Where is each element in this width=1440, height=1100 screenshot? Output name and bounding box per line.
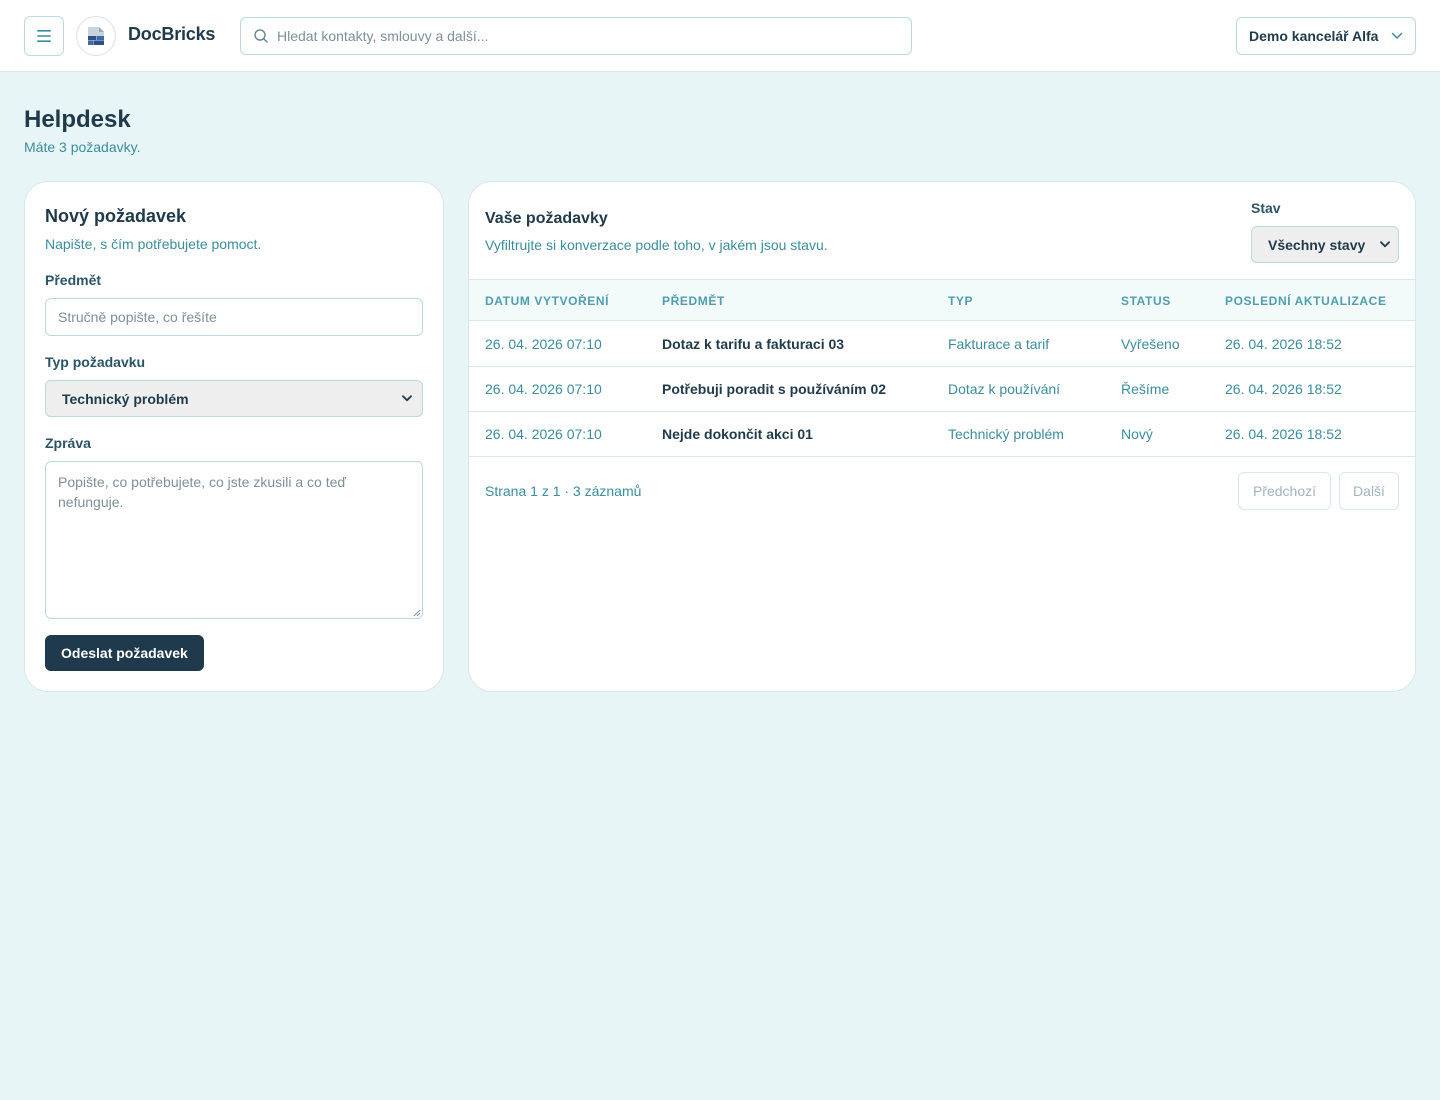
cell-status: Vyřešeno [1121, 336, 1180, 352]
table-row[interactable]: 26. 04. 2026 07:10 Potřebuji poradit s p… [469, 367, 1415, 412]
status-filter-value: Všechny stavy [1268, 236, 1366, 253]
search-icon [254, 29, 268, 43]
column-header-updated[interactable]: Poslední aktualizace [1225, 294, 1387, 308]
submit-request-button[interactable]: Odeslat požadavek [45, 635, 204, 671]
column-header-created[interactable]: Datum vytvoření [485, 294, 609, 308]
requests-card: Vaše požadavky Vyfiltrujte si konverzace… [468, 181, 1416, 692]
table-row[interactable]: 26. 04. 2026 07:10 Dotaz k tarifu a fakt… [469, 322, 1415, 367]
cell-created: 26. 04. 2026 07:10 [485, 426, 602, 442]
cell-subject: Potřebuji poradit s používáním 02 [662, 381, 887, 397]
office-name: Demo kancelář Alfa [1249, 28, 1379, 44]
chevron-down-icon [1391, 32, 1403, 39]
requests-subtitle: Vyfiltrujte si konverzace podle toho, v … [485, 237, 828, 253]
message-label: Zpráva [45, 435, 91, 451]
cell-created: 26. 04. 2026 07:10 [485, 336, 602, 352]
cell-subject: Dotaz k tarifu a fakturaci 03 [662, 336, 845, 352]
cell-type: Dotaz k používání [948, 381, 1061, 397]
cell-created: 26. 04. 2026 07:10 [485, 381, 602, 397]
previous-page-button[interactable]: Předchozí [1238, 472, 1331, 510]
cell-updated: 26. 04. 2026 18:52 [1225, 336, 1342, 352]
column-header-status[interactable]: Status [1121, 294, 1171, 308]
page-title: Helpdesk [24, 106, 131, 133]
request-type-label: Typ požadavku [45, 354, 146, 370]
request-type-value: Technický problém [62, 390, 189, 407]
cell-updated: 26. 04. 2026 18:52 [1225, 426, 1342, 442]
cell-type: Technický problém [948, 426, 1064, 442]
table-header: Datum vytvoření Předmět Typ Status Posle… [469, 279, 1415, 321]
column-header-type[interactable]: Typ [948, 294, 973, 308]
table-row[interactable]: 26. 04. 2026 07:10 Nejde dokončit akci 0… [469, 412, 1415, 457]
search-input[interactable] [277, 28, 877, 44]
cell-type: Fakturace a tarif [948, 336, 1050, 352]
docbricks-logo-icon [88, 27, 104, 45]
cell-updated: 26. 04. 2026 18:52 [1225, 381, 1342, 397]
resize-handle-icon[interactable] [413, 609, 421, 617]
cell-status: Nový [1121, 426, 1153, 442]
new-request-subtitle: Napište, s čím potřebujete pomoct. [45, 236, 262, 252]
cell-subject: Nejde dokončit akci 01 [662, 426, 813, 442]
requests-title: Vaše požadavky [485, 210, 608, 227]
subject-label: Předmět [45, 272, 102, 288]
subject-input[interactable] [45, 298, 423, 336]
cell-status: Řešíme [1121, 381, 1170, 397]
top-bar: DocBricks Demo kancelář Alfa [0, 0, 1440, 72]
docbricks-logo[interactable] [76, 16, 116, 56]
column-header-subject[interactable]: Předmět [662, 294, 725, 308]
brand-name[interactable]: DocBricks [128, 24, 215, 45]
status-filter-label: Stav [1251, 200, 1281, 216]
request-type-select[interactable]: Technický problém [45, 380, 423, 417]
next-page-button[interactable]: Další [1339, 472, 1399, 510]
page-subtitle: Máte 3 požadavky. [24, 139, 141, 155]
menu-icon [37, 30, 51, 42]
status-filter-select[interactable]: Všechny stavy [1251, 226, 1399, 263]
pagination-info: Strana 1 z 1 · 3 záznamů [485, 483, 642, 499]
global-search[interactable] [240, 17, 912, 55]
new-request-card: Nový požadavek Napište, s čím potřebujet… [24, 181, 444, 692]
menu-button[interactable] [24, 16, 64, 56]
new-request-title: Nový požadavek [45, 206, 187, 226]
chevron-down-icon [1380, 241, 1390, 248]
message-textarea[interactable] [45, 461, 423, 619]
chevron-down-icon [402, 395, 412, 402]
office-switcher[interactable]: Demo kancelář Alfa [1236, 17, 1416, 55]
